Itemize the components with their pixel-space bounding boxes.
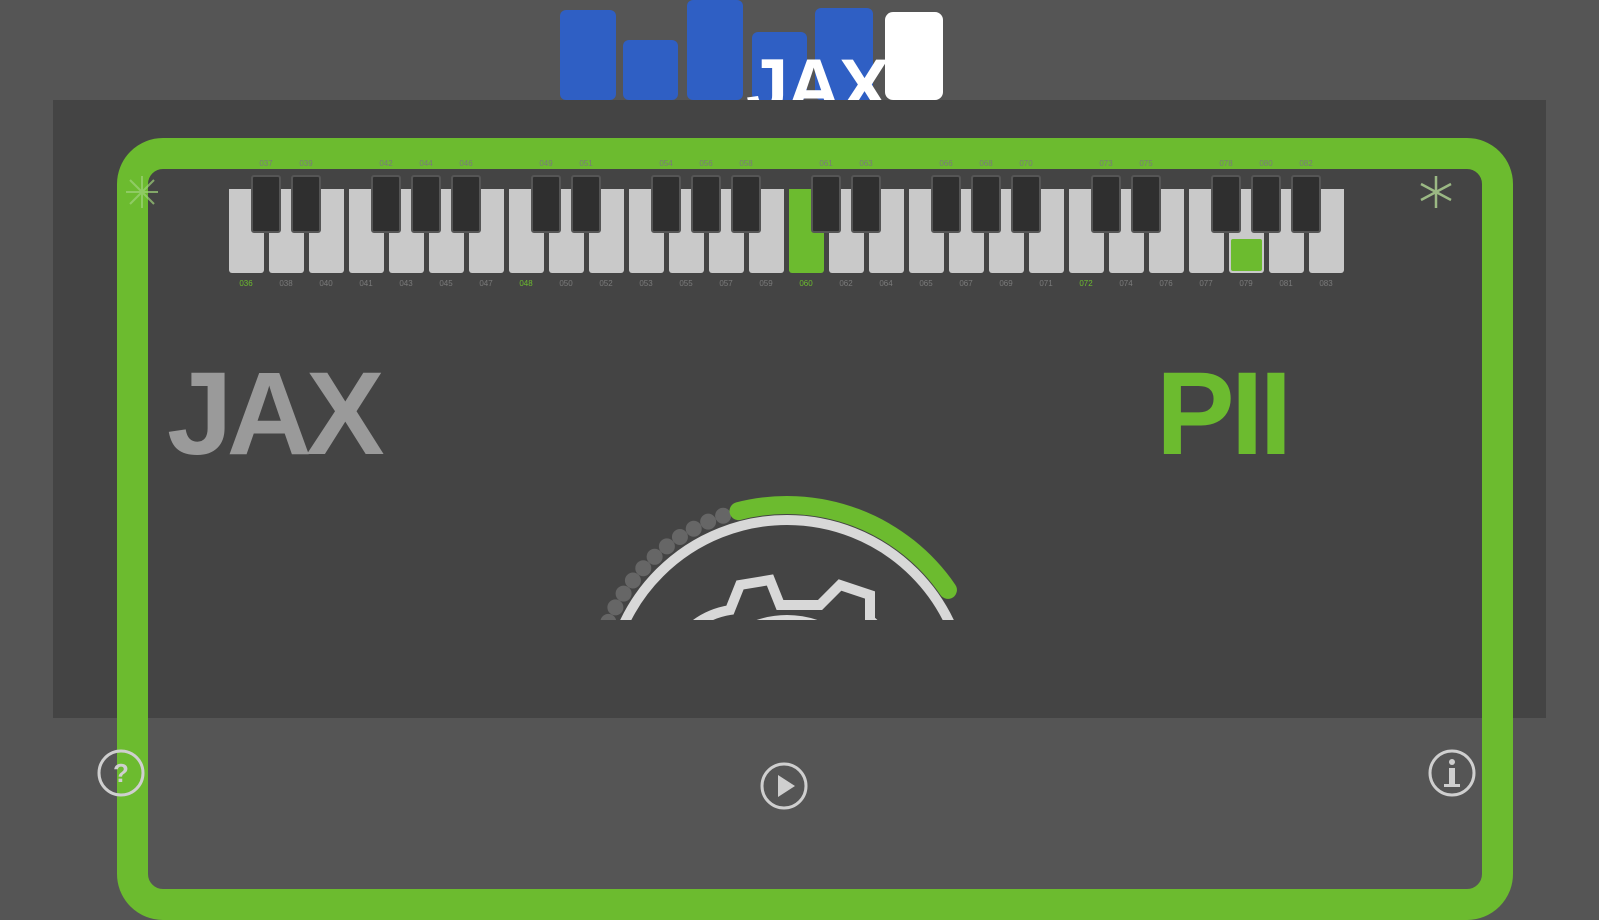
gear-icon xyxy=(620,515,954,620)
black-key-label: 066 xyxy=(939,159,953,168)
white-key-label: 050 xyxy=(559,279,573,288)
white-key-label: 064 xyxy=(879,279,893,288)
white-key-label: 052 xyxy=(599,279,613,288)
app-logo: JAX xyxy=(560,0,943,100)
black-key-label: 049 xyxy=(539,159,553,168)
dial-dot xyxy=(671,529,688,546)
white-key-label: 079 xyxy=(1239,279,1253,288)
dial-dot xyxy=(700,513,717,530)
info-icon[interactable] xyxy=(1427,748,1477,798)
black-key-label: 051 xyxy=(579,159,593,168)
black-key-label: 080 xyxy=(1259,159,1273,168)
white-key-label: 083 xyxy=(1319,279,1333,288)
black-key[interactable] xyxy=(1291,175,1321,233)
white-key-label: 060 xyxy=(799,279,813,288)
white-key-label: 040 xyxy=(319,279,333,288)
black-key[interactable] xyxy=(1091,175,1121,233)
white-key-label: 053 xyxy=(639,279,653,288)
dial-dot xyxy=(646,548,663,565)
white-key-label: 076 xyxy=(1159,279,1173,288)
white-key-label: 057 xyxy=(719,279,733,288)
black-key[interactable] xyxy=(291,175,321,233)
black-key-label: 082 xyxy=(1299,159,1313,168)
white-key-label: 059 xyxy=(759,279,773,288)
black-key-label: 056 xyxy=(699,159,713,168)
black-key-label: 058 xyxy=(739,159,753,168)
black-key-label: 078 xyxy=(1219,159,1233,168)
black-key[interactable] xyxy=(571,175,601,233)
white-key-label: 071 xyxy=(1039,279,1053,288)
black-key-label: 037 xyxy=(259,159,273,168)
black-key-label: 070 xyxy=(1019,159,1033,168)
black-key[interactable] xyxy=(811,175,841,233)
dial-dot xyxy=(615,585,632,602)
dial-dot xyxy=(685,520,702,537)
white-key-label: 047 xyxy=(479,279,493,288)
black-key[interactable] xyxy=(851,175,881,233)
black-key[interactable] xyxy=(1211,175,1241,233)
brand-left-label: JAX xyxy=(167,348,385,480)
dial-dot xyxy=(715,507,732,524)
black-key[interactable] xyxy=(371,175,401,233)
tuner-dial[interactable] xyxy=(400,380,1100,620)
piano-keyboard: 036 038 040 041 043 045 047 048 050 052 053 055 057 0… xyxy=(171,155,1344,305)
white-key-label: 048 xyxy=(519,279,533,288)
white-key-label: 043 xyxy=(399,279,413,288)
white-key-label: 077 xyxy=(1199,279,1213,288)
black-key-label: 063 xyxy=(859,159,873,168)
svg-text:?: ? xyxy=(113,758,129,788)
black-key-label: 068 xyxy=(979,159,993,168)
dial-dot xyxy=(658,538,675,555)
white-key-label: 074 xyxy=(1119,279,1133,288)
black-key[interactable] xyxy=(651,175,681,233)
white-key-label: 069 xyxy=(999,279,1013,288)
white-key-label: 081 xyxy=(1279,279,1293,288)
black-key[interactable] xyxy=(971,175,1001,233)
black-key-label: 054 xyxy=(659,159,673,168)
black-key-label: 042 xyxy=(379,159,393,168)
black-key[interactable] xyxy=(691,175,721,233)
dial-dot xyxy=(635,560,652,577)
black-key-label: 061 xyxy=(819,159,833,168)
logo-text: JAX xyxy=(746,44,890,100)
sparkle-left-icon xyxy=(126,176,158,208)
white-key-label: 072 xyxy=(1079,279,1093,288)
dial-dot xyxy=(607,599,624,616)
black-key[interactable] xyxy=(251,175,281,233)
white-key-label: 065 xyxy=(919,279,933,288)
white-key-label: 067 xyxy=(959,279,973,288)
black-key-label: 046 xyxy=(459,159,473,168)
black-key-label: 044 xyxy=(419,159,433,168)
dial-dot xyxy=(624,572,641,589)
black-key[interactable] xyxy=(451,175,481,233)
black-key[interactable] xyxy=(1011,175,1041,233)
white-key-label: 036 xyxy=(239,279,253,288)
black-key[interactable] xyxy=(1251,175,1281,233)
black-key[interactable] xyxy=(411,175,441,233)
black-key[interactable] xyxy=(731,175,761,233)
play-icon[interactable] xyxy=(759,761,809,811)
black-key-label: 073 xyxy=(1099,159,1113,168)
white-key-label: 045 xyxy=(439,279,453,288)
snowflake-right-icon xyxy=(1420,176,1452,208)
white-key-label: 038 xyxy=(279,279,293,288)
white-key-label: 062 xyxy=(839,279,853,288)
white-key-label: 055 xyxy=(679,279,693,288)
help-icon[interactable]: ? xyxy=(96,748,146,798)
black-key-label: 039 xyxy=(299,159,313,168)
white-key-label: 041 xyxy=(359,279,373,288)
black-key[interactable] xyxy=(531,175,561,233)
black-key-label: 075 xyxy=(1139,159,1153,168)
black-key[interactable] xyxy=(1131,175,1161,233)
brand-right-label: PII xyxy=(1156,348,1292,480)
black-key[interactable] xyxy=(931,175,961,233)
